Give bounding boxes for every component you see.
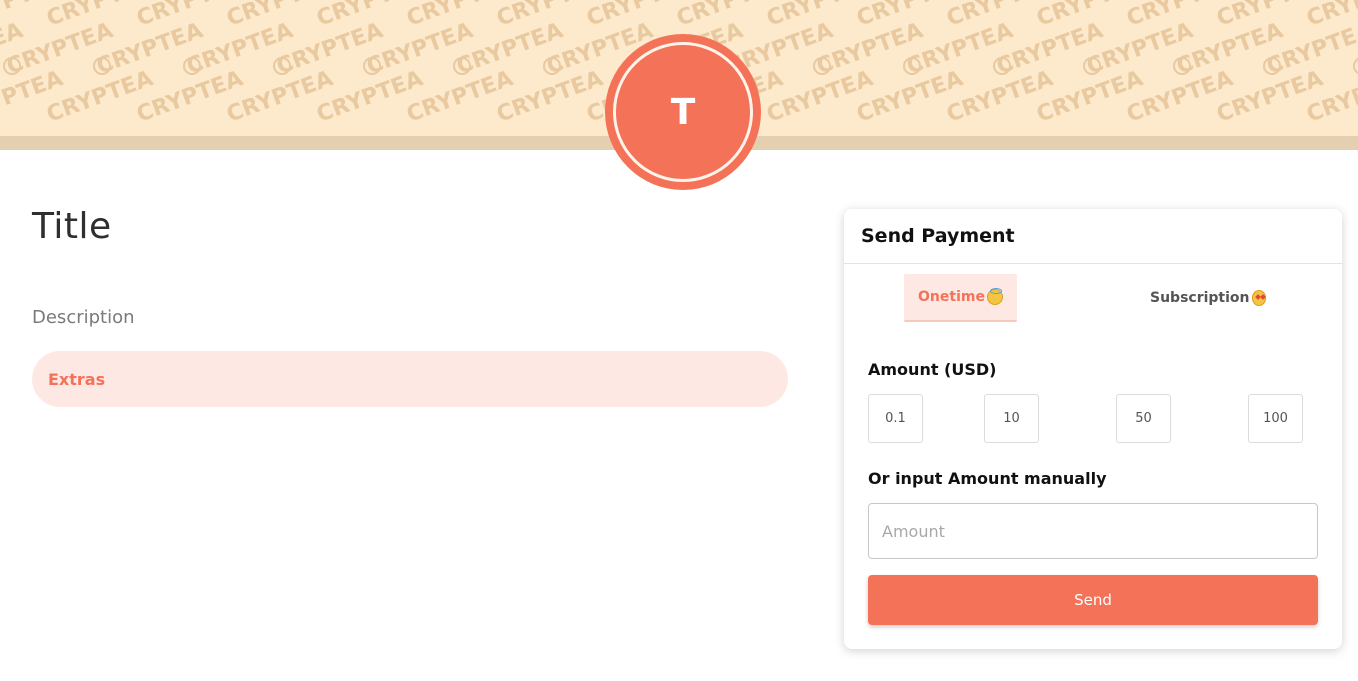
star-struck-icon (1251, 290, 1266, 306)
halo-smile-icon (986, 288, 1003, 305)
tab-onetime-label: Onetime (918, 289, 985, 305)
amount-label: Amount (USD) (868, 360, 997, 379)
avatar-initial: T (613, 42, 753, 182)
send-button[interactable]: Send (868, 575, 1318, 625)
avatar: T (605, 34, 761, 190)
preset-amount-button[interactable]: 50 (1116, 394, 1171, 443)
preset-amount-button[interactable]: 100 (1248, 394, 1303, 443)
amount-input[interactable] (868, 503, 1318, 559)
card-header: Send Payment (844, 209, 1342, 264)
card-title: Send Payment (861, 225, 1015, 247)
page-description: Description (32, 307, 135, 328)
preset-amount-button[interactable]: 0.1 (868, 394, 923, 443)
tab-subscription-label: Subscription (1150, 290, 1250, 306)
tab-subscription[interactable]: Subscription (1150, 274, 1266, 322)
send-payment-card: Send Payment Onetime Subscription Amount… (844, 209, 1342, 649)
page-title: Title (32, 206, 112, 247)
manual-amount-label: Or input Amount manually (868, 469, 1107, 488)
extras-label: Extras (48, 369, 106, 389)
tab-onetime[interactable]: Onetime (904, 274, 1017, 322)
extras-bar[interactable]: Extras (32, 351, 788, 407)
preset-amount-button[interactable]: 10 (984, 394, 1039, 443)
